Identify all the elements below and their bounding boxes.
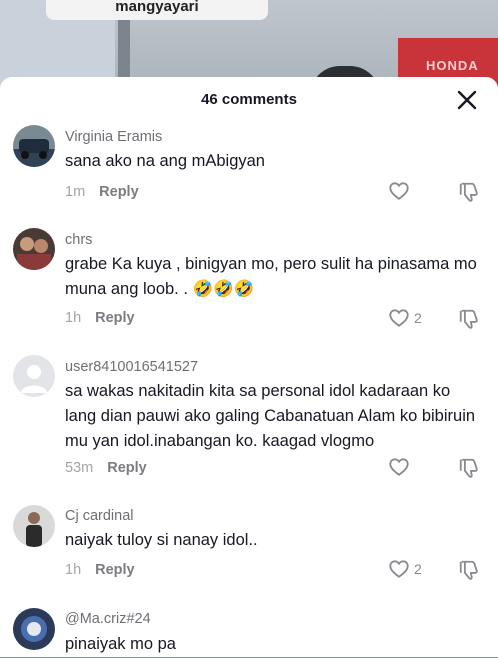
dislike-button[interactable] bbox=[458, 457, 482, 481]
heart-icon bbox=[389, 560, 409, 578]
comment-username[interactable]: Virginia Eramis bbox=[65, 129, 162, 145]
reply-button[interactable]: Reply bbox=[95, 310, 135, 326]
comment-text: sana ako na ang mAbigyan bbox=[65, 152, 265, 170]
comment-username[interactable]: user8410016541527 bbox=[65, 359, 198, 375]
comment-text: grabe Ka kuya , binigyan mo, pero sulit … bbox=[65, 255, 477, 298]
avatar[interactable] bbox=[13, 505, 55, 547]
comment-time: 53m bbox=[65, 460, 94, 476]
comment-meta: 1m Reply bbox=[65, 184, 139, 200]
comments-count-title: 46 comments bbox=[201, 91, 297, 108]
comment-username[interactable]: @Ma.criz#24 bbox=[65, 611, 151, 627]
like-button[interactable] bbox=[388, 456, 414, 480]
heart-icon bbox=[389, 458, 409, 476]
heart-icon bbox=[389, 182, 409, 200]
thumbs-down-icon bbox=[459, 309, 478, 329]
comment-text: naiyak tuloy si nanay idol.. bbox=[65, 531, 258, 549]
thumbs-down-icon bbox=[459, 560, 478, 580]
avatar[interactable] bbox=[13, 125, 55, 167]
heart-icon bbox=[389, 309, 409, 327]
avatar[interactable] bbox=[13, 608, 55, 650]
thumbs-down-icon bbox=[459, 458, 478, 478]
comment-item: Virginia Eramis sana ako na ang mAbigyan… bbox=[0, 125, 498, 215]
comments-sheet: 46 comments Virginia Eramis sana ako na … bbox=[0, 77, 498, 657]
dislike-button[interactable] bbox=[458, 559, 482, 583]
like-button[interactable] bbox=[388, 180, 414, 204]
comment-text: pinaiyak mo pa bbox=[65, 635, 176, 653]
comment-time: 1m bbox=[65, 184, 86, 200]
avatar[interactable] bbox=[13, 355, 55, 397]
comment-item: @Ma.criz#24 pinaiyak mo pa bbox=[0, 608, 498, 658]
comment-meta: 1h Reply bbox=[65, 310, 135, 326]
close-icon bbox=[457, 90, 477, 110]
comments-header: 46 comments bbox=[0, 77, 498, 123]
comment-item: Cj cardinal naiyak tuloy si nanay idol..… bbox=[0, 505, 498, 590]
thumbs-down-icon bbox=[459, 182, 478, 202]
like-button[interactable]: 2 bbox=[388, 558, 422, 582]
comment-time: 1h bbox=[65, 562, 82, 578]
comment-text: sa wakas nakitadin kita sa personal idol… bbox=[65, 382, 476, 450]
video-caption: mangyayari bbox=[46, 0, 268, 20]
close-button[interactable] bbox=[456, 89, 478, 111]
comment-time: 1h bbox=[65, 310, 82, 326]
dislike-button[interactable] bbox=[458, 308, 482, 332]
reply-button[interactable]: Reply bbox=[107, 460, 147, 476]
comment-username[interactable]: Cj cardinal bbox=[65, 508, 134, 524]
comment-meta: 1h Reply bbox=[65, 562, 135, 578]
like-count: 2 bbox=[414, 310, 422, 326]
comment-username[interactable]: chrs bbox=[65, 232, 92, 248]
dislike-button[interactable] bbox=[458, 181, 482, 205]
reply-button[interactable]: Reply bbox=[95, 562, 135, 578]
video-caption-text: mangyayari bbox=[115, 0, 199, 15]
comment-item: user8410016541527 sa wakas nakitadin kit… bbox=[0, 355, 498, 485]
comment-meta: 53m Reply bbox=[65, 460, 147, 476]
video-sign-text: HONDA bbox=[426, 58, 479, 73]
reply-button[interactable]: Reply bbox=[99, 184, 139, 200]
comment-item: chrs grabe Ka kuya , binigyan mo, pero s… bbox=[0, 228, 498, 338]
avatar[interactable] bbox=[13, 228, 55, 270]
like-count: 2 bbox=[414, 561, 422, 577]
like-button[interactable]: 2 bbox=[388, 307, 422, 331]
